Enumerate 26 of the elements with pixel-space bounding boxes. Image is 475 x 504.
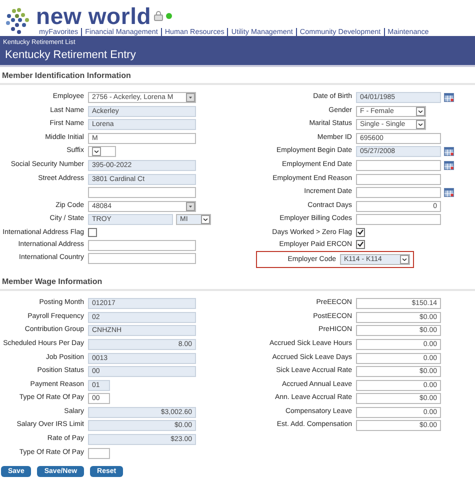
checkbox[interactable] (356, 228, 365, 237)
calendar-icon[interactable] (444, 147, 454, 156)
caret-icon[interactable] (416, 106, 425, 116)
calendar-icon[interactable] (444, 93, 454, 102)
input-field[interactable] (356, 187, 441, 198)
input-field[interactable] (88, 448, 110, 459)
caret-icon[interactable] (201, 215, 210, 224)
caret-icon[interactable] (400, 255, 409, 264)
input-field[interactable] (88, 240, 196, 251)
checkbox[interactable] (356, 240, 365, 249)
input-field[interactable] (356, 174, 441, 185)
input-field[interactable] (88, 253, 196, 264)
input-field[interactable] (356, 214, 441, 226)
input-field[interactable] (356, 160, 441, 171)
section-title: Member Identification Information (0, 67, 475, 85)
caret-icon[interactable] (92, 147, 101, 156)
input-field[interactable] (88, 187, 196, 198)
checkbox[interactable] (88, 228, 97, 237)
logo-text: new world (36, 5, 152, 27)
page-title: Kentucky Retirement Entry (4, 48, 137, 61)
caret-icon[interactable] (416, 120, 425, 130)
calendar-icon[interactable] (444, 160, 454, 170)
section-title: Member Wage Information (0, 273, 475, 292)
calendar-icon[interactable] (444, 188, 454, 198)
logo-icon (5, 8, 32, 36)
lock-icon (154, 11, 164, 21)
